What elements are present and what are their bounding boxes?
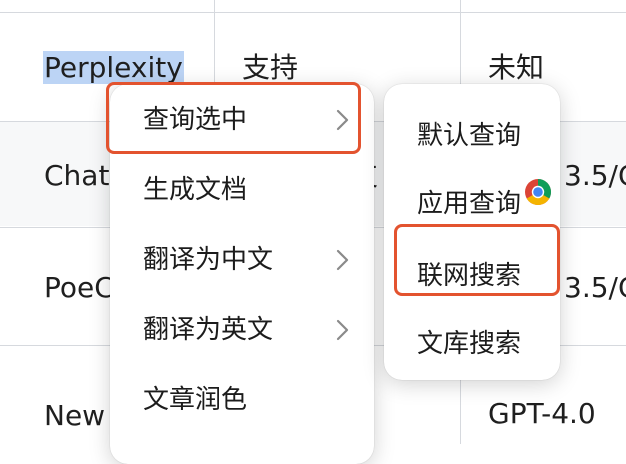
table-cell: 支持 (242, 51, 299, 84)
chrome-icon (524, 178, 552, 206)
menu-item-generate-doc[interactable]: 生成文档 (110, 160, 374, 220)
menu-item-polish-article[interactable]: 文章润色 (110, 370, 374, 430)
submenu-item-label: 应用查询 (417, 189, 522, 219)
table-cell: New (44, 399, 106, 432)
highlight-box-web-search (394, 224, 560, 296)
table-cell: 未知 (488, 51, 545, 84)
chevron-right-icon (332, 247, 354, 273)
menu-item-label: 翻译为英文 (143, 315, 274, 345)
table-cell: 3.5/C (564, 159, 626, 192)
table-cell: PoeC (44, 271, 114, 304)
submenu-item-label: 文库搜索 (417, 329, 522, 359)
chevron-right-icon (332, 317, 354, 343)
menu-item-translate-english[interactable]: 翻译为英文 (110, 300, 374, 360)
submenu-item-default-query[interactable]: 默认查询 (384, 108, 560, 166)
menu-item-label: 文章润色 (143, 385, 248, 415)
table-divider (0, 12, 626, 13)
highlight-box-query-selection (106, 82, 361, 154)
table-cell: Chat (44, 159, 110, 192)
menu-item-translate-chinese[interactable]: 翻译为中文 (110, 230, 374, 290)
submenu-item-label: 默认查询 (417, 121, 522, 151)
table-cell[interactable]: Perplexity (43, 50, 184, 86)
table-cell: GPT-4.0 (488, 397, 596, 430)
menu-item-label: 生成文档 (143, 175, 248, 205)
submenu-item-library-search[interactable]: 文库搜索 (384, 316, 560, 374)
table-cell: 3.5/C (564, 271, 626, 304)
selected-text[interactable]: Perplexity (43, 51, 184, 84)
menu-item-label: 翻译为中文 (143, 245, 274, 275)
